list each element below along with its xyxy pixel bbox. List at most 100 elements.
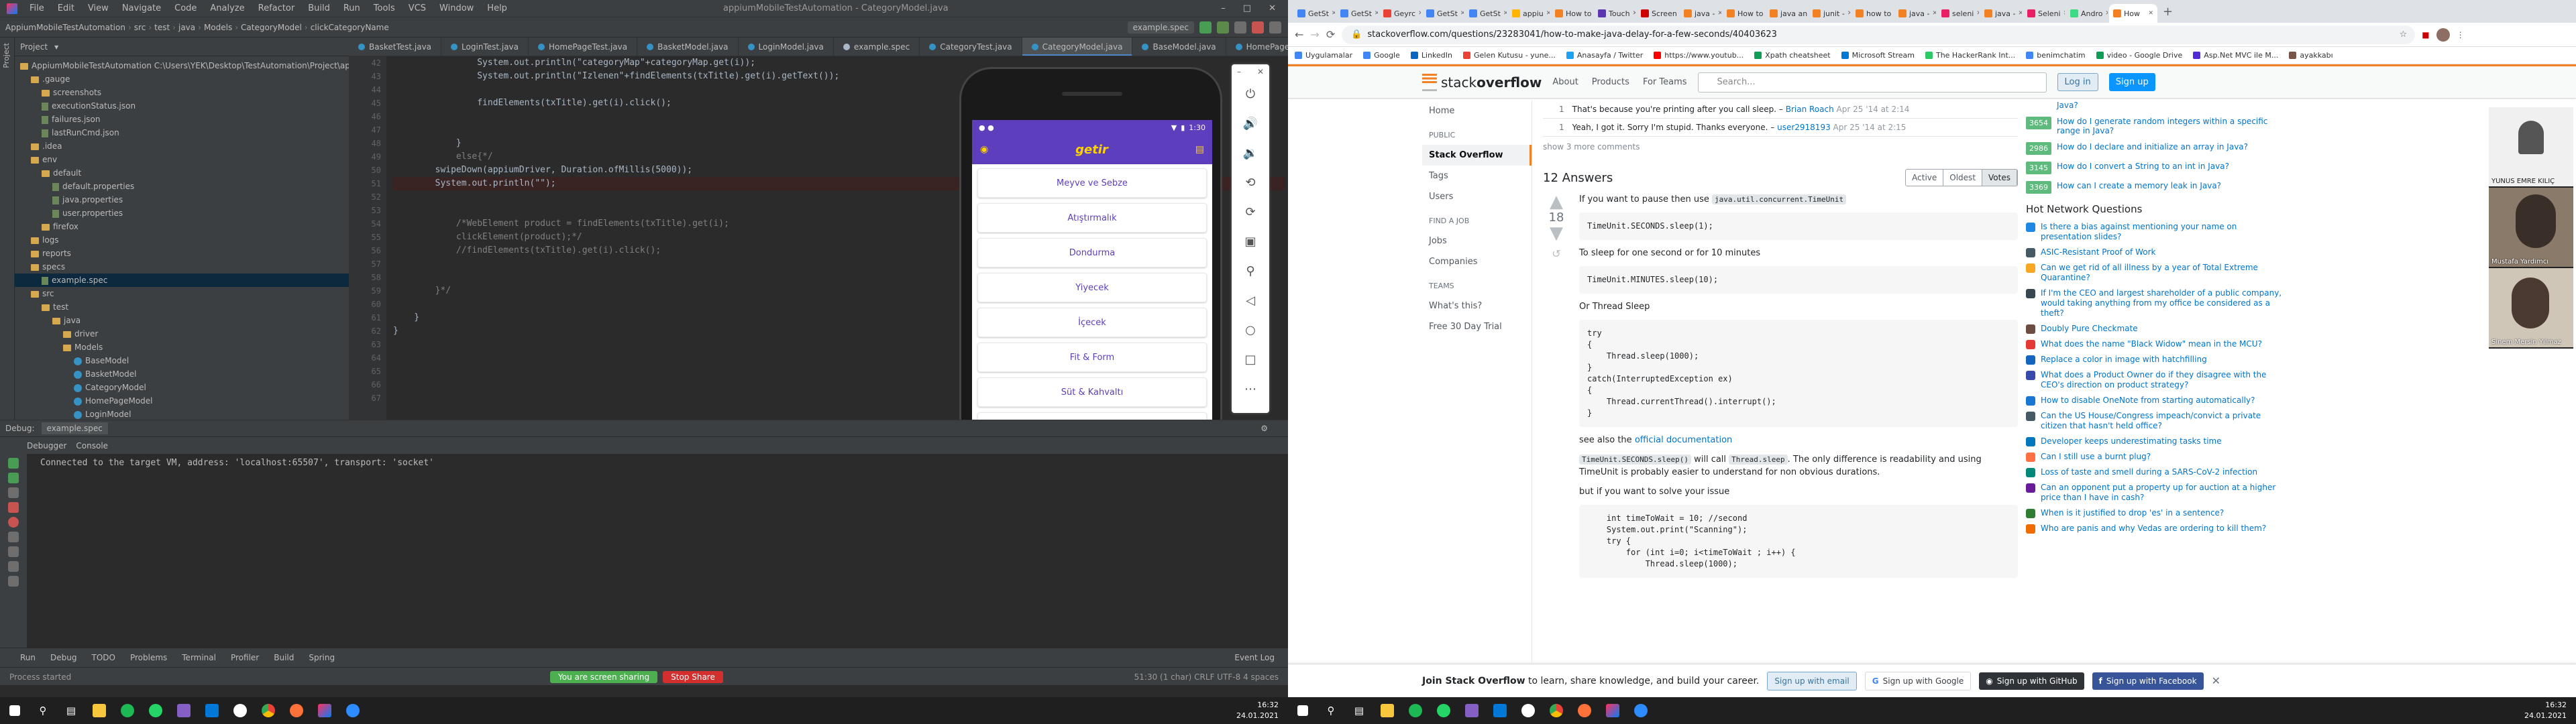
browser-tab[interactable]: How ✕ bbox=[2109, 4, 2157, 23]
basket-icon[interactable]: ▤ bbox=[1195, 144, 1204, 155]
hot-question[interactable]: When is it justified to drop 'es' in a s… bbox=[2026, 508, 2288, 518]
browser-tab[interactable]: Seleni✕ bbox=[2023, 4, 2065, 23]
signup-facebook-button[interactable]: f Sign up with Facebook bbox=[2092, 672, 2204, 690]
github-icon[interactable] bbox=[228, 699, 252, 723]
hot-question[interactable]: If I'm the CEO and largest shareholder o… bbox=[2026, 288, 2288, 318]
whatsapp-icon[interactable] bbox=[1432, 699, 1456, 723]
hot-question-link[interactable]: Doubly Pure Checkmate bbox=[2041, 324, 2138, 334]
tool-window-button[interactable]: Debug bbox=[50, 653, 76, 662]
close-icon[interactable]: ✕ bbox=[1375, 10, 1378, 17]
intellij-icon[interactable] bbox=[1601, 699, 1625, 723]
browser-tab[interactable]: Geyrc ✕ bbox=[1379, 4, 1421, 23]
related-question[interactable]: 2986 How do I declare and initialize an a… bbox=[2026, 142, 2288, 155]
hot-question[interactable]: Can we get rid of all illness by a year … bbox=[2026, 263, 2288, 283]
bookmark-item[interactable]: Google bbox=[1363, 51, 1400, 60]
search-icon[interactable]: ⚲ bbox=[1319, 699, 1343, 723]
browser-tab[interactable]: java - ✕ bbox=[1980, 4, 2022, 23]
tree-item[interactable]: specs bbox=[15, 260, 349, 274]
close-icon[interactable]: ✕ bbox=[1460, 10, 1464, 17]
left-nav-item[interactable]: Home bbox=[1422, 101, 1532, 121]
related-question-link[interactable]: How can I create a memory leak in Java? bbox=[2057, 181, 2221, 190]
coverage-icon[interactable] bbox=[1234, 21, 1246, 34]
close-icon[interactable]: ✕ bbox=[1976, 10, 1979, 17]
related-question-link[interactable]: Java? bbox=[2057, 101, 2078, 110]
editor-tab[interactable]: BaseModel.java bbox=[1132, 38, 1226, 56]
tree-item[interactable]: env bbox=[15, 153, 349, 166]
browser-tab[interactable]: Screen✕ bbox=[1637, 4, 1678, 23]
browser-tab[interactable]: java an✕ bbox=[1766, 4, 1807, 23]
bookmark-item[interactable]: ayakkabı bbox=[2289, 51, 2333, 60]
bookmark-item[interactable]: Microsoft Stream bbox=[1841, 51, 1915, 60]
file-explorer-icon[interactable] bbox=[87, 699, 111, 723]
tree-item[interactable]: screenshots bbox=[15, 86, 349, 99]
signup-google-button[interactable]: G Sign up with Google bbox=[1864, 671, 1972, 690]
close-icon[interactable]: ✕ bbox=[1718, 10, 1721, 17]
editor-tab[interactable]: BasketTest.java bbox=[349, 38, 442, 56]
system-clock-right[interactable]: 16:32 24.01.2021 bbox=[2524, 700, 2567, 721]
editor-tab[interactable]: LoginTest.java bbox=[441, 38, 529, 56]
close-icon[interactable]: ✕ bbox=[2019, 10, 2022, 17]
related-question-link[interactable]: How do I generate random integers within… bbox=[2057, 117, 2288, 135]
hot-question-link[interactable]: Can I still use a burnt plug? bbox=[2041, 452, 2151, 462]
hot-question-link[interactable]: What does a Product Owner do if they dis… bbox=[2041, 370, 2288, 390]
close-icon[interactable]: ✕ bbox=[1933, 10, 1936, 17]
bookmark-item[interactable]: Gelen Kutusu - yune... bbox=[1463, 51, 1556, 60]
editor-tab[interactable]: BasketModel.java bbox=[637, 38, 739, 56]
category-button[interactable]: Meyve ve Sebze bbox=[977, 168, 1207, 198]
menu-item[interactable]: Navigate bbox=[119, 3, 164, 13]
hot-question-link[interactable]: Who are panis and why Vedas are ordering… bbox=[2041, 524, 2266, 534]
close-icon[interactable]: ✕ bbox=[2106, 10, 2108, 17]
related-question[interactable]: 3369 How can I create a memory leak in Ja… bbox=[2026, 181, 2288, 194]
comment-user-link[interactable]: user2918193 bbox=[1777, 123, 1831, 132]
hot-question-link[interactable]: Can an opponent put a property up for au… bbox=[2041, 483, 2288, 503]
event-log-button[interactable]: Event Log bbox=[1234, 653, 1275, 662]
hot-question-link[interactable]: If I'm the CEO and largest shareholder o… bbox=[2041, 288, 2288, 318]
bookmark-item[interactable]: The HackerRank Int... bbox=[1925, 51, 2015, 60]
related-question[interactable]: Java? bbox=[2026, 101, 2288, 110]
hot-question-link[interactable]: Is there a bias against mentioning your … bbox=[2041, 222, 2288, 242]
overview-icon[interactable]: □ bbox=[1232, 345, 1269, 374]
hot-question[interactable]: Developer keeps underestimating tasks ti… bbox=[2026, 436, 2288, 446]
reload-icon[interactable]: ⟳ bbox=[1326, 28, 1335, 41]
editor-tab[interactable]: example.spec bbox=[834, 38, 920, 56]
task-view-icon[interactable]: ▤ bbox=[1347, 699, 1371, 723]
github-icon[interactable] bbox=[1516, 699, 1540, 723]
category-button[interactable]: Fit & Form bbox=[977, 343, 1207, 372]
signup-email-button[interactable]: Sign up with email bbox=[1767, 671, 1857, 690]
stop-icon[interactable] bbox=[8, 502, 19, 513]
menu-item[interactable]: Refactor bbox=[256, 3, 298, 13]
tool-window-button[interactable]: Terminal bbox=[182, 653, 216, 662]
url-bar[interactable]: 🔒 stackoverflow.com/questions/23283041/h… bbox=[1342, 25, 2416, 44]
hot-question[interactable]: Can the US House/Congress impeach/convic… bbox=[2026, 411, 2288, 431]
close-icon[interactable]: ✕ bbox=[1418, 10, 1421, 17]
hot-question[interactable]: Can an opponent put a property up for au… bbox=[2026, 483, 2288, 503]
menu-item[interactable]: Run bbox=[341, 3, 363, 13]
menu-item[interactable]: Edit bbox=[55, 3, 77, 13]
so-search-input[interactable]: Search... bbox=[1697, 72, 2047, 93]
browser-tab[interactable]: java - ✕ bbox=[1680, 4, 1721, 23]
close-icon[interactable]: ✕ bbox=[1332, 10, 1335, 17]
camera-icon[interactable]: ▣ bbox=[1232, 227, 1269, 256]
chrome-icon[interactable] bbox=[1544, 699, 1568, 723]
windows-start-icon[interactable] bbox=[3, 699, 27, 723]
tree-item[interactable]: reports bbox=[15, 247, 349, 260]
rotate-right-icon[interactable]: ⟳ bbox=[1232, 197, 1269, 227]
tree-item[interactable]: LoginModel bbox=[15, 408, 349, 420]
stop-icon[interactable] bbox=[1252, 21, 1264, 34]
resume-icon[interactable] bbox=[8, 473, 19, 483]
hot-question[interactable]: What does a Product Owner do if they dis… bbox=[2026, 370, 2288, 390]
breadcrumb-item[interactable]: clickCategoryName bbox=[311, 23, 389, 32]
tree-item[interactable]: BasketModel bbox=[15, 367, 349, 381]
breadcrumb-item[interactable]: src bbox=[134, 23, 146, 32]
tree-item[interactable]: HomePageModel bbox=[15, 394, 349, 408]
hot-question[interactable]: Is there a bias against mentioning your … bbox=[2026, 222, 2288, 242]
hot-question[interactable]: ASIC-Resistant Proof of Work bbox=[2026, 247, 2288, 257]
tree-item[interactable]: test bbox=[15, 300, 349, 314]
hot-question[interactable]: Doubly Pure Checkmate bbox=[2026, 324, 2288, 334]
pin-icon[interactable] bbox=[8, 576, 19, 587]
editor-tab[interactable]: CategoryTest.java bbox=[920, 38, 1022, 56]
debug-tab[interactable]: Console bbox=[76, 441, 108, 450]
tree-item[interactable]: java.properties bbox=[15, 193, 349, 206]
maximize-icon[interactable]: □ bbox=[1240, 3, 1254, 13]
sort-tab[interactable]: Oldest bbox=[1943, 170, 1983, 186]
